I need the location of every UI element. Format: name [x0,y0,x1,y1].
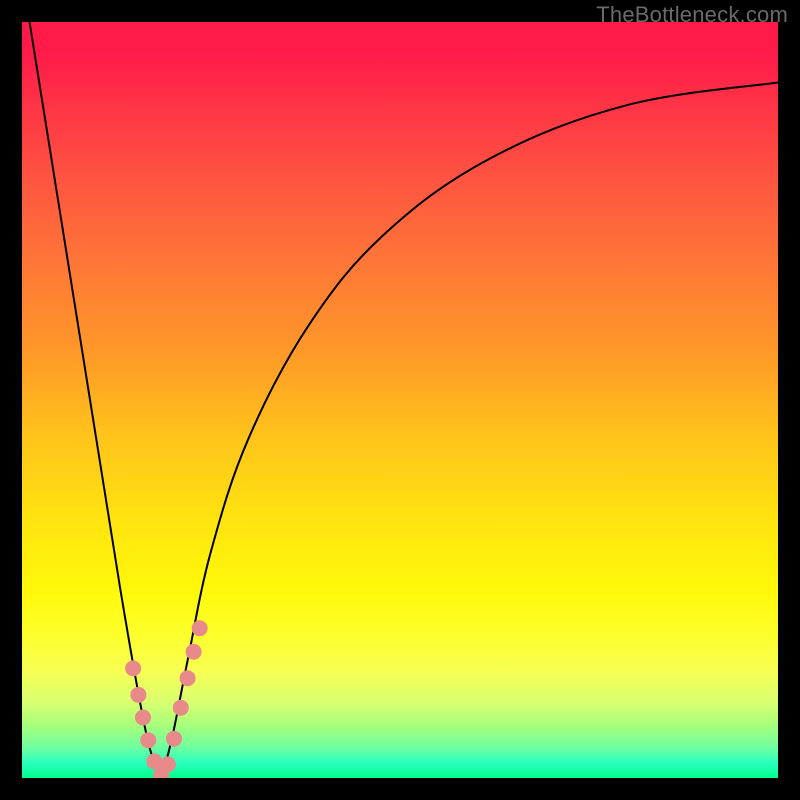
series-left-branch [30,22,162,778]
marker-group [125,620,208,778]
marker-point [192,620,208,636]
marker-point [125,660,141,676]
marker-point [166,731,182,747]
marker-point [130,687,146,703]
marker-point [186,644,202,660]
bottleneck-curve [30,22,778,778]
marker-point [173,700,189,716]
series-right-branch [162,82,778,778]
watermark-text: TheBottleneck.com [596,2,788,28]
marker-point [146,753,162,769]
chart-frame: TheBottleneck.com [0,0,800,800]
curve-layer [22,22,778,778]
marker-point [135,710,151,726]
marker-point [180,670,196,686]
plot-area [22,22,778,778]
marker-point [160,756,176,772]
marker-point [140,732,156,748]
